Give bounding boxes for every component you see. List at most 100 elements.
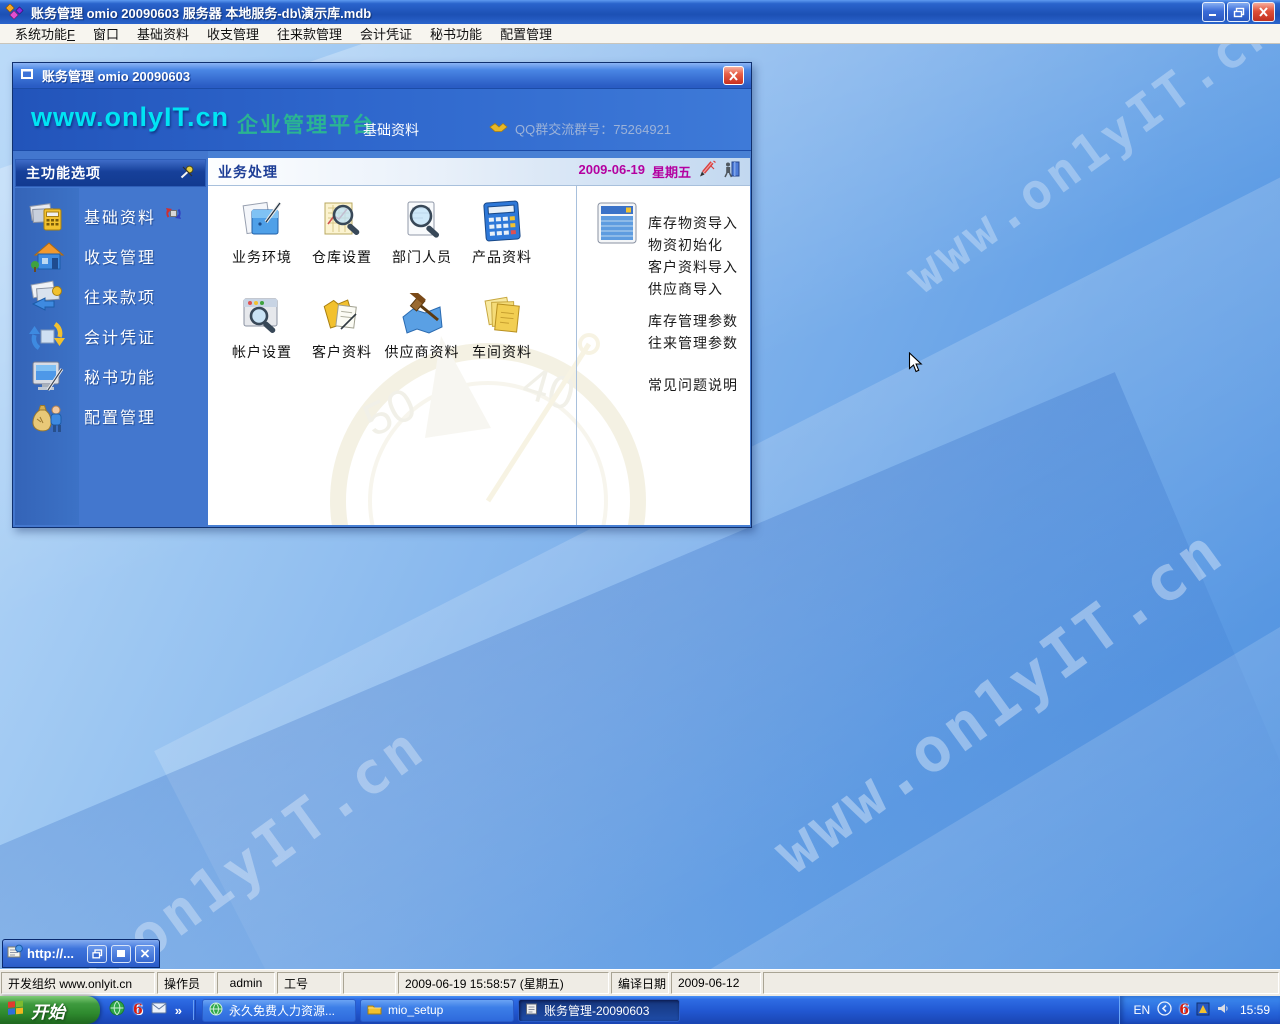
child-window: 账务管理 omio 20090603 www.onlyIT.cn 企业管理平台 … [12, 62, 752, 528]
platform-title: 企业管理平台 [237, 109, 375, 139]
pages-pen-icon [220, 194, 304, 244]
minimize-button[interactable] [1202, 2, 1225, 22]
grid-item-label: 仓库设置 [300, 247, 384, 267]
sidebar-header: 主功能选项 [15, 159, 206, 187]
sidebar-item-receivables[interactable]: 往来款项 [15, 276, 206, 316]
sticky-notes-icon [460, 289, 544, 339]
task-hr-website[interactable]: 永久免费人力资源... [202, 999, 356, 1022]
pushpin-icon[interactable] [179, 164, 195, 183]
grid-item-label: 产品资料 [460, 247, 544, 267]
sidebar-item-income[interactable]: 收支管理 [15, 236, 206, 276]
sidebar-item-label: 基础资料 [84, 204, 156, 228]
task-label: mio_setup [388, 1003, 443, 1017]
menu-accounts[interactable]: 往来款管理 [268, 23, 351, 44]
language-indicator[interactable]: EN [1134, 1003, 1151, 1017]
link-supplier-import[interactable]: 供应商导入 [648, 278, 738, 300]
link-faq[interactable]: 常见问题说明 [648, 374, 738, 396]
browser-globe-icon[interactable] [109, 1000, 125, 1021]
grid-item-suppliers[interactable]: 供应商资料 [380, 289, 464, 362]
sidebar-item-label: 往来款项 [84, 284, 156, 308]
module-label: 基础资料 [363, 120, 419, 140]
app-title: 账务管理 omio 20090603 服务器 本地服务-db\演示库.mdb [31, 3, 1202, 22]
grid-item-warehouse[interactable]: 仓库设置 [300, 194, 384, 267]
grid-item-label: 业务环境 [220, 247, 304, 267]
mini-close-button[interactable] [135, 945, 155, 963]
app-titlebar: 账务管理 omio 20090603 服务器 本地服务-db\演示库.mdb [0, 0, 1280, 24]
foxmail-tray-icon[interactable]: 6 [1179, 1002, 1189, 1018]
map-gavel-icon [380, 289, 464, 339]
task-account-app[interactable]: 账务管理-20090603 [518, 999, 680, 1022]
system-tray: EN 6 15:59 [1119, 996, 1280, 1024]
document-icon [525, 1002, 538, 1018]
house-icon [15, 239, 79, 273]
status-developer: 开发组织 www.onlyit.cn [1, 972, 155, 994]
child-window-titlebar[interactable]: 账务管理 omio 20090603 [13, 63, 751, 89]
calculator-icon [460, 194, 544, 244]
menu-income[interactable]: 收支管理 [198, 23, 268, 44]
grid-item-label: 车间资料 [460, 342, 544, 362]
status-builddate-label: 编译日期 [611, 972, 669, 994]
sidebar-header-label: 主功能选项 [26, 163, 101, 183]
menu-voucher[interactable]: 会计凭证 [351, 23, 421, 44]
papers-money-icon [15, 279, 79, 313]
sidebar-item-config[interactable]: 配置管理 [15, 396, 206, 436]
screen: 账务管理 omio 20090603 服务器 本地服务-db\演示库.mdb 系… [0, 0, 1280, 1024]
workspace-header: 业务处理 2009-06-19星期五 [208, 158, 750, 186]
link-customer-import[interactable]: 客户资料导入 [648, 256, 738, 278]
link-account-params[interactable]: 往来管理参数 [648, 332, 738, 354]
menu-window[interactable]: 窗口 [84, 23, 128, 44]
grid-item-products[interactable]: 产品资料 [460, 194, 544, 267]
mini-maximize-button[interactable] [111, 945, 131, 963]
shortcut-grid: 业务环境 [220, 194, 560, 394]
menubar: 系统功能F 窗口 基础资料 收支管理 往来款管理 会计凭证 秘书功能 配置管理 [0, 24, 1280, 44]
menu-system[interactable]: 系统功能F [6, 23, 84, 44]
grid-item-label: 客户资料 [300, 342, 384, 362]
link-stock-import[interactable]: 库存物资导入 [648, 212, 738, 234]
start-button[interactable]: 开始 [0, 996, 100, 1024]
sidebar-item-voucher[interactable]: 会计凭证 [15, 316, 206, 356]
status-empty [763, 972, 1279, 994]
mouse-cursor [908, 352, 923, 379]
mail-icon[interactable] [151, 1001, 167, 1019]
workspace-title: 业务处理 [218, 162, 278, 182]
menu-config[interactable]: 配置管理 [491, 23, 561, 44]
child-close-button[interactable] [723, 66, 744, 85]
volume-icon[interactable] [1217, 1002, 1230, 1018]
status-datetime: 2009-06-19 15:58:57 (星期五) [398, 972, 609, 994]
child-window-title: 账务管理 omio 20090603 [42, 66, 723, 85]
globe-icon [209, 1002, 223, 1019]
windows-flag-icon [7, 999, 25, 1021]
close-button[interactable] [1252, 2, 1275, 22]
taskbar: 开始 6 » 永久免费人力资源... mio [0, 996, 1280, 1024]
window-magnifier-icon [220, 289, 304, 339]
grid-item-workshop[interactable]: 车间资料 [460, 289, 544, 362]
moneybag-person-icon [15, 399, 79, 433]
sidebar-item-label: 秘书功能 [84, 364, 156, 388]
menu-secretary[interactable]: 秘书功能 [421, 23, 491, 44]
link-material-init[interactable]: 物资初始化 [648, 234, 738, 256]
grid-item-departments[interactable]: 部门人员 [380, 194, 464, 267]
task-mio-setup[interactable]: mio_setup [360, 999, 514, 1022]
statusbar: 开发组织 www.onlyit.cn 操作员 admin 工号 2009-06-… [0, 969, 1280, 996]
input-method-icon[interactable] [1196, 1002, 1210, 1019]
minimized-window[interactable]: http://... [2, 939, 160, 968]
status-jobno-value [343, 972, 396, 994]
sidebar-item-label: 收支管理 [84, 244, 156, 268]
foxmail-icon[interactable]: 6 [133, 1002, 143, 1018]
exit-icon[interactable] [723, 160, 740, 183]
sync-indicator-icon[interactable] [164, 204, 183, 228]
pencil-icon[interactable] [698, 160, 716, 183]
sidebar-item-basedata[interactable]: 基础资料 [15, 196, 206, 236]
grid-item-business-env[interactable]: 业务环境 [220, 194, 304, 267]
menu-basedata[interactable]: 基础资料 [128, 23, 198, 44]
mini-restore-button[interactable] [87, 945, 107, 963]
sidebar-item-secretary[interactable]: 秘书功能 [15, 356, 206, 396]
restore-button[interactable] [1227, 2, 1250, 22]
grid-item-customers[interactable]: 客户资料 [300, 289, 384, 362]
grid-item-accounts[interactable]: 帐户设置 [220, 289, 304, 362]
links-panel: 库存物资导入 物资初始化 客户资料导入 供应商导入 库存管理参数 往来管理参数 … [578, 186, 750, 525]
child-window-icon [20, 67, 34, 85]
hide-icons-chevron-icon[interactable] [1157, 1001, 1172, 1019]
link-stock-params[interactable]: 库存管理参数 [648, 310, 738, 332]
chevron-more-icon[interactable]: » [175, 1003, 182, 1018]
